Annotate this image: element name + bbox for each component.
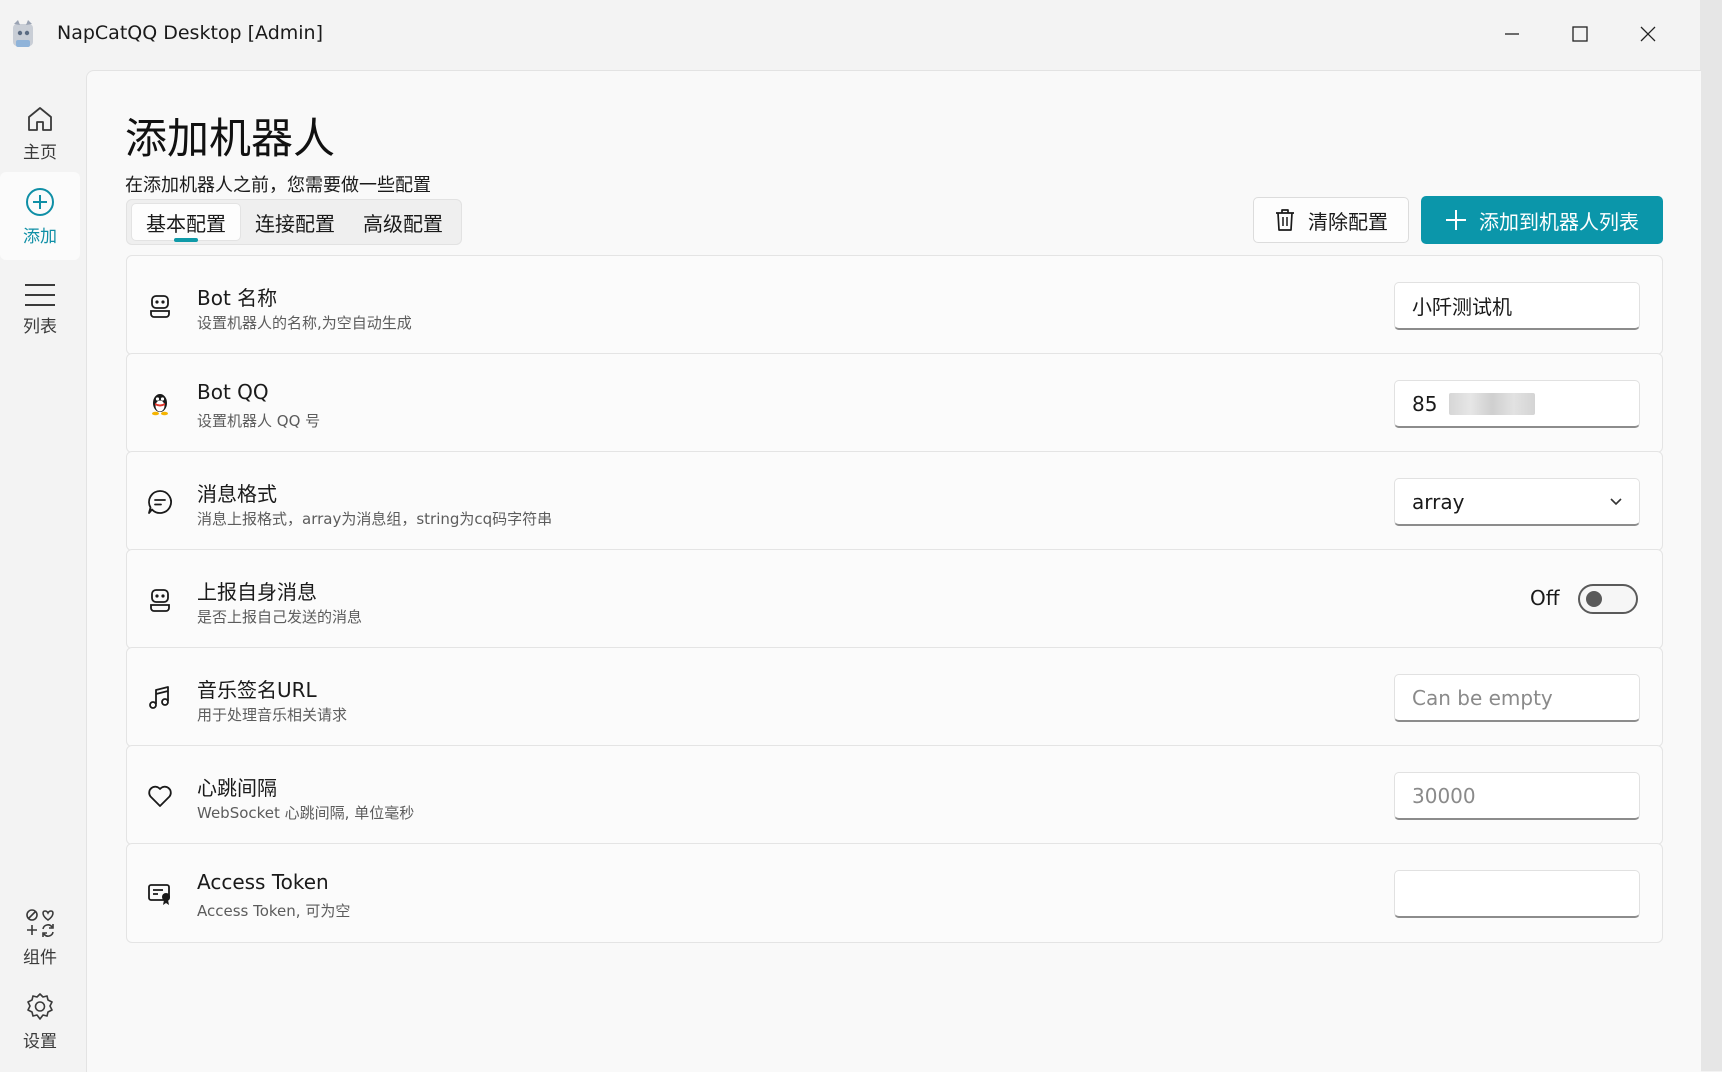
qq-penguin-icon <box>147 391 173 417</box>
setting-title: Bot 名称 <box>197 286 278 310</box>
window-edge <box>1700 0 1722 1071</box>
clear-config-button[interactable]: 清除配置 <box>1253 197 1409 243</box>
page-subtitle: 在添加机器人之前，您需要做一些配置 <box>125 175 431 196</box>
minimize-icon <box>1505 33 1519 35</box>
content-panel: 添加机器人 在添加机器人之前，您需要做一些配置 基本配置 连接配置 高级配置 清… <box>86 70 1701 1072</box>
setting-card-heartbeat-interval: 心跳间隔 WebSocket 心跳间隔, 单位毫秒 <box>126 745 1663 845</box>
music-note-icon <box>147 685 173 711</box>
setting-description: WebSocket 心跳间隔, 单位毫秒 <box>197 804 415 822</box>
nav-label-components: 组件 <box>23 947 57 968</box>
nav-label-home: 主页 <box>23 142 57 163</box>
side-navigation: 主页 添加 列表 组件 设置 <box>0 68 86 1071</box>
add-to-bot-list-button[interactable]: 添加到机器人列表 <box>1421 196 1663 244</box>
tab-connection-config[interactable]: 连接配置 <box>241 204 349 240</box>
window-title: NapCatQQ Desktop [Admin] <box>57 22 323 44</box>
heart-icon <box>147 783 173 809</box>
chat-bubble-icon <box>147 489 173 515</box>
settings-icon <box>27 992 53 1020</box>
maximize-button[interactable] <box>1550 14 1610 54</box>
setting-title: 上报自身消息 <box>197 580 317 604</box>
setting-card-access-token: Access Token Access Token, 可为空 <box>126 843 1663 943</box>
setting-title: 心跳间隔 <box>197 776 277 800</box>
setting-description: 消息上报格式，array为消息组，string为cq码字符串 <box>197 510 553 528</box>
setting-card-report-self-message: 上报自身消息 是否上报自己发送的消息 Off <box>126 549 1663 649</box>
setting-title: Access Token <box>197 870 329 894</box>
nav-item-list[interactable]: 列表 <box>0 266 80 352</box>
close-icon <box>1640 26 1656 42</box>
toggle-state-label: Off <box>1530 586 1560 610</box>
access-token-input[interactable] <box>1394 870 1640 918</box>
setting-card-bot-name: Bot 名称 设置机器人的名称,为空自动生成 <box>126 255 1663 355</box>
clear-config-label: 清除配置 <box>1308 209 1388 234</box>
toggle-knob <box>1586 591 1602 607</box>
setting-card-music-sign-url: 音乐签名URL 用于处理音乐相关请求 <box>126 647 1663 747</box>
message-format-select[interactable]: array <box>1394 478 1640 526</box>
maximize-icon <box>1572 26 1588 42</box>
redacted-digits-mask <box>1449 393 1535 415</box>
nav-label-list: 列表 <box>23 316 57 337</box>
app-logo-icon <box>10 20 38 50</box>
title-bar: NapCatQQ Desktop [Admin] <box>0 0 1700 68</box>
setting-title: Bot QQ <box>197 380 269 404</box>
chevron-down-icon <box>1610 497 1622 505</box>
nav-label-settings: 设置 <box>23 1031 57 1052</box>
plus-icon <box>1446 210 1466 230</box>
list-icon <box>25 283 55 306</box>
tab-advanced-config[interactable]: 高级配置 <box>349 204 457 240</box>
trash-icon <box>1276 209 1294 231</box>
setting-description: 用于处理音乐相关请求 <box>197 706 348 724</box>
nav-item-components[interactable]: 组件 <box>0 894 80 980</box>
setting-description: 设置机器人 QQ 号 <box>197 412 321 430</box>
nav-label-add: 添加 <box>23 226 57 247</box>
report-self-message-toggle[interactable] <box>1578 584 1638 614</box>
music-sign-url-input[interactable] <box>1394 674 1640 722</box>
setting-title: 音乐签名URL <box>197 678 317 702</box>
bot-name-input[interactable] <box>1394 282 1640 330</box>
components-icon <box>26 908 54 937</box>
bot-icon <box>147 587 173 613</box>
minimize-button[interactable] <box>1482 14 1542 54</box>
nav-item-home[interactable]: 主页 <box>0 90 80 176</box>
setting-card-bot-qq: Bot QQ 设置机器人 QQ 号 <box>126 353 1663 453</box>
home-icon <box>28 106 52 131</box>
setting-title: 消息格式 <box>197 482 277 506</box>
nav-item-add[interactable]: 添加 <box>0 172 80 260</box>
close-button[interactable] <box>1618 14 1678 54</box>
add-to-bot-list-label: 添加到机器人列表 <box>1479 209 1639 234</box>
certificate-icon <box>147 881 173 907</box>
nav-item-settings[interactable]: 设置 <box>0 978 80 1064</box>
message-format-value: array <box>1412 489 1465 514</box>
setting-description: 设置机器人的名称,为空自动生成 <box>197 314 412 332</box>
add-circle-icon <box>26 187 54 216</box>
setting-card-message-format: 消息格式 消息上报格式，array为消息组，string为cq码字符串 arra… <box>126 451 1663 551</box>
page-title: 添加机器人 <box>125 114 336 163</box>
setting-description: 是否上报自己发送的消息 <box>197 608 363 626</box>
config-tabs: 基本配置 连接配置 高级配置 <box>126 199 462 245</box>
bot-icon <box>147 293 173 319</box>
tab-basic-config[interactable]: 基本配置 <box>131 203 241 241</box>
heartbeat-interval-input[interactable] <box>1394 772 1640 820</box>
setting-description: Access Token, 可为空 <box>197 902 351 920</box>
